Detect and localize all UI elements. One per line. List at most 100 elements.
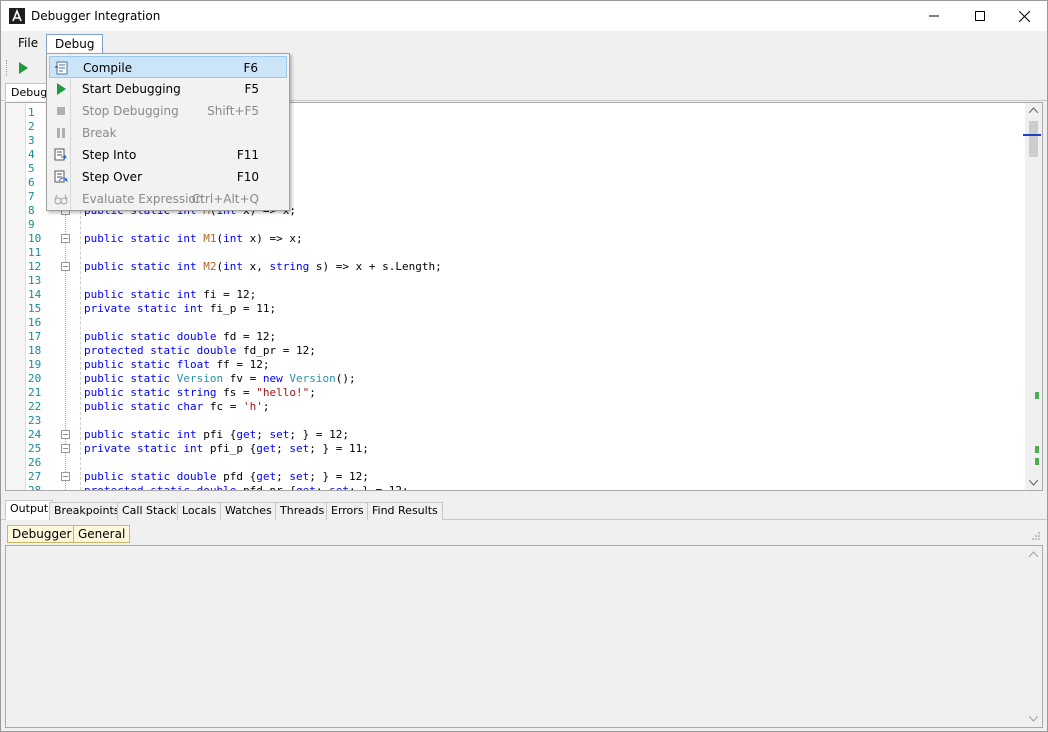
run-icon[interactable]	[15, 60, 31, 76]
tab-breakpoints[interactable]: Breakpoints	[49, 502, 125, 520]
scroll-up-icon[interactable]	[1029, 107, 1038, 113]
editor-margin	[6, 103, 26, 490]
window-title: Debugger Integration	[31, 9, 161, 23]
menu-debug[interactable]: Debug	[46, 34, 104, 53]
menu-item-step-into[interactable]: Step Into F11	[49, 144, 287, 166]
line-number: 13	[28, 274, 42, 287]
line-number: 3	[28, 134, 35, 147]
line-number: 25	[28, 442, 42, 455]
menu-item-evaluate-expression[interactable]: Evaluate Expression Ctrl+Alt+Q	[49, 188, 287, 210]
tab-watches[interactable]: Watches	[220, 502, 277, 520]
line-number: 1	[28, 106, 35, 119]
step-over-icon	[54, 170, 68, 183]
editor-vertical-scrollbar[interactable]	[1023, 103, 1042, 490]
tab-locals[interactable]: Locals	[177, 502, 222, 520]
menu-item-shortcut: Shift+F5	[207, 104, 259, 118]
menu-item-label: Step Into	[82, 148, 137, 162]
scroll-down-icon[interactable]	[1029, 480, 1038, 486]
output-vertical-scrollbar[interactable]	[1025, 546, 1042, 727]
line-number: 2	[28, 120, 35, 133]
line-number: 16	[28, 316, 42, 329]
minimize-icon	[929, 15, 939, 17]
menu-item-shortcut: Ctrl+Alt+Q	[191, 192, 259, 206]
code-line: public static Version fv = new Version()…	[84, 372, 356, 385]
line-number: 26	[28, 456, 42, 469]
line-number: 19	[28, 358, 42, 371]
tab-find-results[interactable]: Find Results	[367, 502, 443, 520]
code-line: public static float ff = 12;	[84, 358, 270, 371]
scroll-thumb[interactable]	[1029, 121, 1038, 157]
code-line: protected static double fd_pr = 12;	[84, 344, 316, 357]
line-number: 4	[28, 148, 35, 161]
scroll-down-icon[interactable]	[1029, 716, 1038, 722]
menu-item-shortcut: F6	[243, 61, 258, 75]
menu-item-break[interactable]: Break	[49, 122, 287, 144]
menu-item-shortcut: F11	[236, 148, 259, 162]
menu-item-compile[interactable]: Compile F6	[49, 56, 287, 78]
code-line: public static int M1(int x) => x;	[84, 232, 303, 245]
stop-icon	[57, 107, 65, 115]
tab-call-stack[interactable]: Call Stack	[117, 502, 182, 520]
menu-item-start-debugging[interactable]: Start Debugging F5	[49, 78, 287, 100]
code-line: public static int pfi {get; set; } = 12;	[84, 428, 349, 441]
bottom-panel-tabs: Output Breakpoints Call Stack Locals Watches…	[1, 500, 1047, 520]
menu-item-label: Stop Debugging	[82, 104, 179, 118]
fold-toggle[interactable]: −	[61, 444, 70, 453]
close-button[interactable]	[1001, 1, 1047, 31]
subtab-debugger[interactable]: Debugger	[7, 525, 77, 543]
title-bar: Debugger Integration	[1, 1, 1047, 31]
pause-icon	[57, 128, 65, 138]
tab-errors[interactable]: Errors	[326, 502, 369, 520]
tab-output[interactable]: Output	[5, 500, 54, 520]
maximize-icon	[975, 11, 985, 21]
line-number: 27	[28, 470, 42, 483]
line-number: 6	[28, 176, 35, 189]
line-number: 21	[28, 386, 42, 399]
line-number: 5	[28, 162, 35, 175]
maximize-button[interactable]	[957, 1, 1003, 31]
tab-threads[interactable]: Threads	[275, 502, 330, 520]
minimize-button[interactable]	[911, 1, 957, 31]
code-line: public static int M2(int x, string s) =>…	[84, 260, 442, 273]
line-number: 17	[28, 330, 42, 343]
menu-item-step-over[interactable]: Step Over F10	[49, 166, 287, 188]
code-line: protected static double pfd_pr {get; set…	[84, 484, 409, 491]
fold-toggle[interactable]: −	[61, 430, 70, 439]
resize-grip-icon	[1032, 532, 1040, 540]
fold-toggle[interactable]: −	[61, 262, 70, 271]
menu-item-label: Step Over	[82, 170, 142, 184]
line-number: 20	[28, 372, 42, 385]
scroll-up-icon[interactable]	[1029, 551, 1038, 557]
menu-item-label: Compile	[83, 61, 133, 75]
app-window: Debugger Integration File Debug Debugg 1…	[0, 0, 1048, 732]
app-logo-icon	[9, 8, 25, 24]
line-number: 11	[28, 246, 42, 259]
menu-item-label: Break	[82, 126, 117, 140]
line-number: 22	[28, 400, 42, 413]
line-number: 24	[28, 428, 42, 441]
menu-item-label: Evaluate Expression	[82, 192, 204, 206]
code-line: public static double pfd {get; set; } = …	[84, 470, 369, 483]
code-line: public static string fs = "hello!";	[84, 386, 316, 399]
close-icon	[1018, 10, 1030, 22]
menu-file[interactable]: File	[10, 34, 46, 53]
fold-toggle[interactable]: −	[61, 472, 70, 481]
menu-item-label: Start Debugging	[82, 82, 181, 96]
code-line: public static int fi = 12;	[84, 288, 257, 301]
subtab-general[interactable]: General	[73, 525, 131, 543]
line-number: 28	[28, 484, 42, 491]
fold-toggle[interactable]: −	[61, 234, 70, 243]
code-line: private static int pfi_p {get; set; } = …	[84, 442, 369, 455]
output-pane[interactable]	[5, 545, 1043, 728]
change-marker	[1035, 458, 1039, 465]
menu-item-stop-debugging[interactable]: Stop Debugging Shift+F5	[49, 100, 287, 122]
change-marker	[1035, 446, 1039, 453]
code-line: public static double fd = 12;	[84, 330, 277, 343]
toolbar-grip[interactable]	[6, 60, 9, 76]
line-number: 7	[28, 190, 35, 203]
